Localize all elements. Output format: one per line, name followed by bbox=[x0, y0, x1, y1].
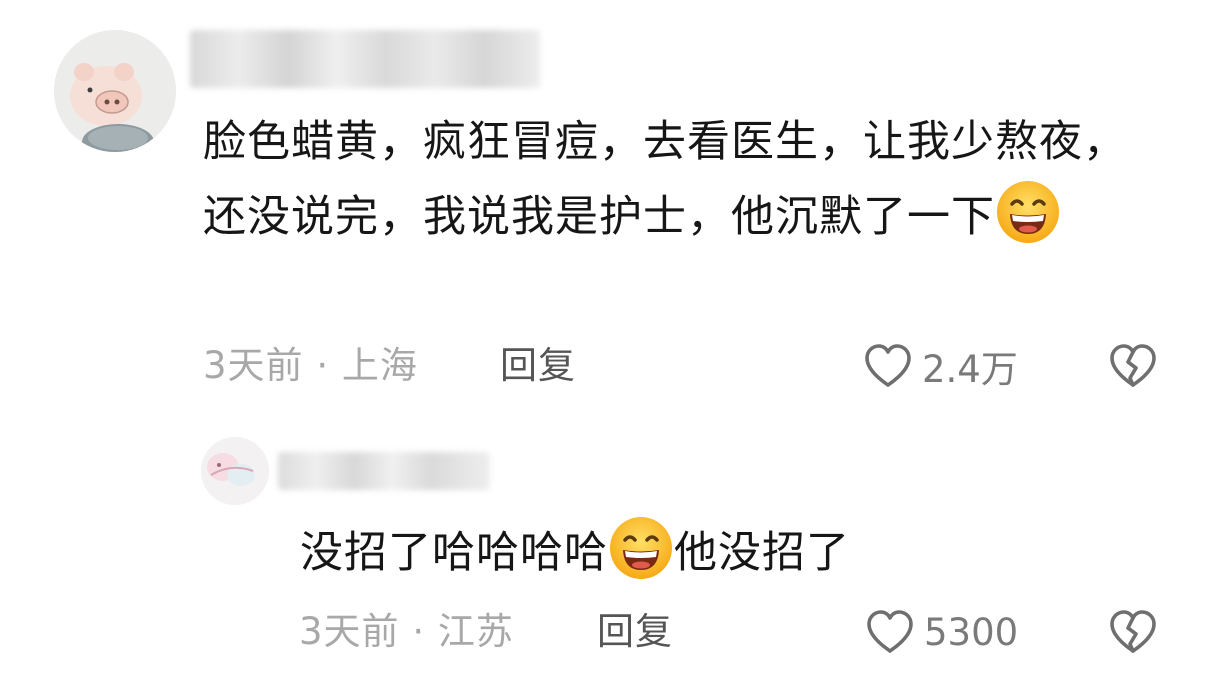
comment-location: 上海 bbox=[341, 344, 418, 387]
meta-separator: · bbox=[412, 610, 426, 653]
broken-heart-icon bbox=[1110, 344, 1156, 387]
comment-text: 脸色蜡黄，疯狂冒痘，去看医生，让我少熬夜，还没说完，我说我是护士，他沉默了一下 bbox=[203, 105, 1163, 254]
grinning-face-emoji-icon bbox=[608, 515, 674, 581]
dislike-button[interactable] bbox=[1105, 338, 1161, 394]
comment-meta-row: 3天前 · 江苏 回复 5300 bbox=[0, 602, 1224, 662]
blurred-username[interactable] bbox=[190, 30, 540, 88]
blurred-username[interactable] bbox=[278, 452, 490, 490]
reply-button[interactable]: 回复 bbox=[500, 336, 576, 396]
comment-text: 没招了哈哈哈哈 他没招了 bbox=[300, 515, 1000, 587]
comment-time: 3天前 bbox=[203, 344, 304, 387]
comment-time-location: 3天前 · 上海 bbox=[203, 336, 418, 396]
comment-meta-row: 3天前 · 上海 回复 2.4万 bbox=[0, 336, 1224, 396]
reply-button[interactable]: 回复 bbox=[597, 602, 673, 662]
like-count: 5300 bbox=[924, 610, 1019, 654]
heart-outline-icon bbox=[865, 344, 911, 387]
avatar[interactable] bbox=[201, 437, 269, 505]
comment-text-part: 没招了哈哈哈哈 bbox=[300, 528, 608, 578]
broken-heart-icon bbox=[1110, 610, 1156, 653]
grinning-face-emoji-icon bbox=[995, 179, 1061, 245]
dislike-button[interactable] bbox=[1105, 604, 1161, 660]
pig-avatar-icon bbox=[54, 30, 176, 152]
like-count: 2.4万 bbox=[922, 348, 1018, 391]
like-button[interactable]: 2.4万 bbox=[860, 338, 1018, 394]
cartoon-avatar-icon bbox=[201, 437, 269, 505]
heart-outline-icon bbox=[867, 610, 913, 653]
comment-text-part: 脸色蜡黄，疯狂冒痘，去看医生，让我少熬夜，还没说完，我说我是护士，他沉默了一下 bbox=[203, 117, 1127, 242]
comment-time-location: 3天前 · 江苏 bbox=[299, 602, 514, 662]
like-button[interactable]: 5300 bbox=[862, 604, 1018, 660]
comment-text-part: 他没招了 bbox=[674, 528, 850, 578]
comment-time: 3天前 bbox=[299, 610, 400, 653]
comment-location: 江苏 bbox=[437, 610, 514, 653]
avatar[interactable] bbox=[54, 30, 176, 152]
meta-separator: · bbox=[316, 344, 330, 387]
